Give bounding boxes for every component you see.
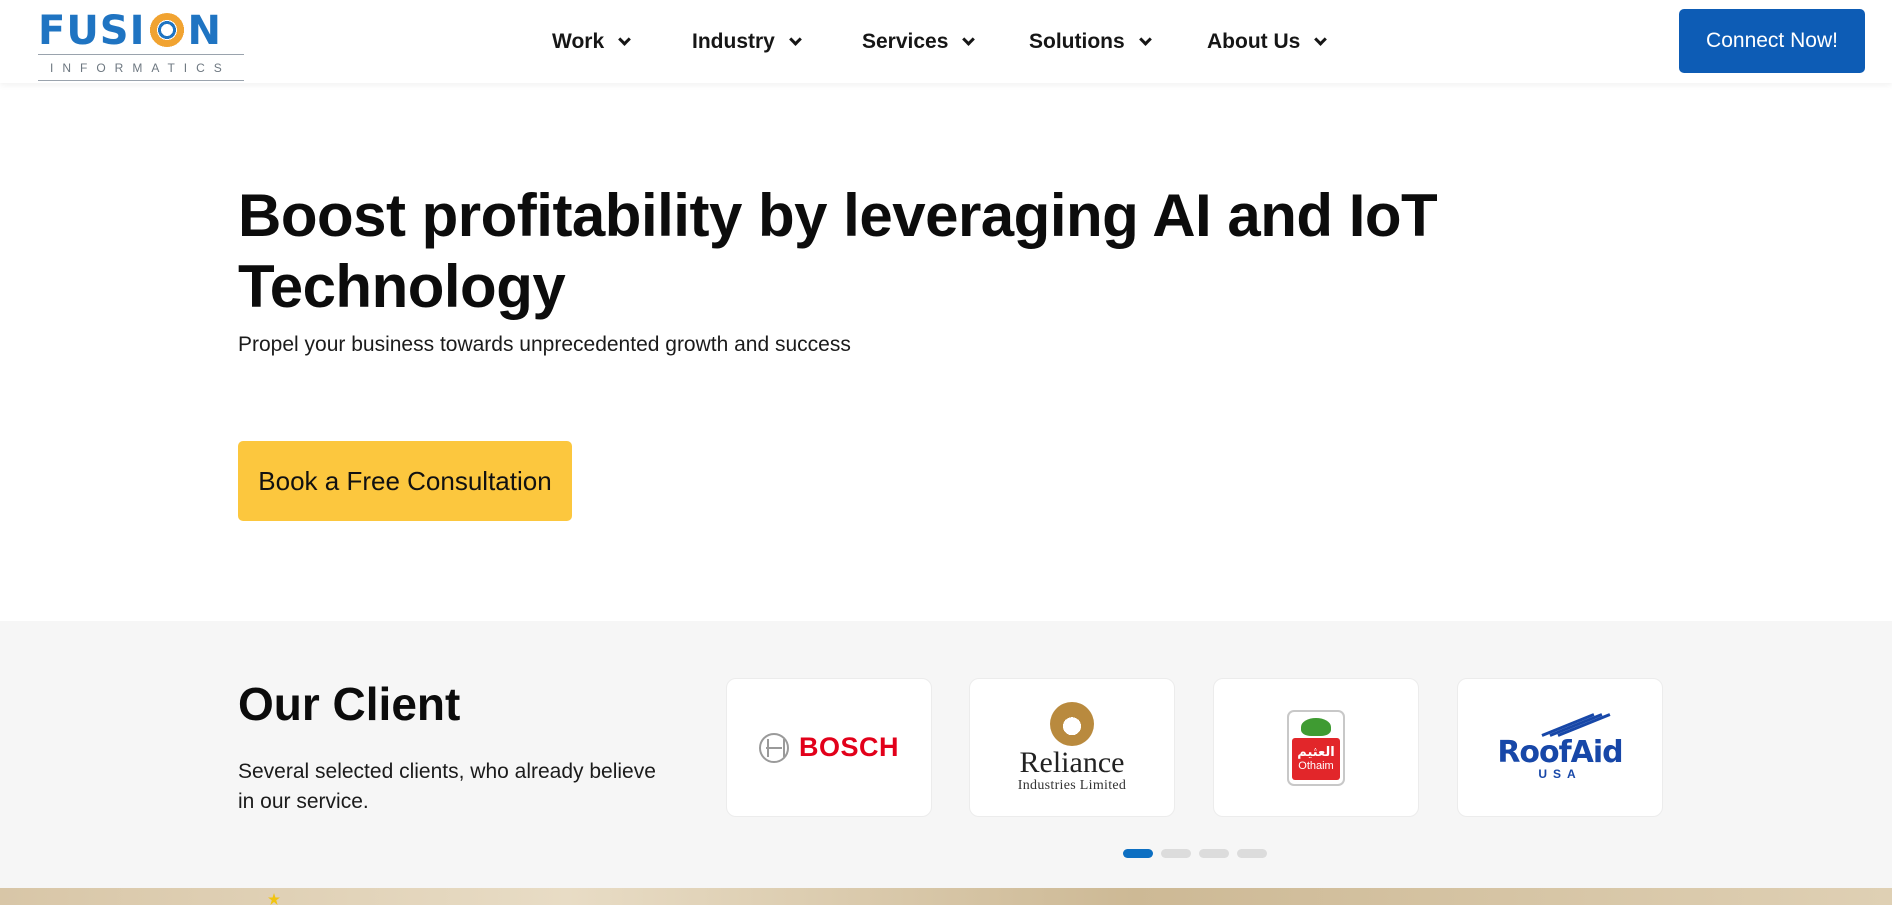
othaim-arabic-name: العثيم [1297,743,1335,759]
nav-item-services[interactable]: Services [862,0,976,83]
logo-wordmark: FUSI N [38,8,222,54]
bosch-logo: BOSCH [758,732,899,763]
carousel-dot-2[interactable] [1161,849,1191,858]
nav-item-about-us[interactable]: About Us [1207,0,1328,83]
nav-label: Work [552,29,605,53]
logo-tagline: INFORMATICS [50,61,231,75]
nav-label: About Us [1207,29,1301,53]
roofaid-wordmark: RoofAid [1497,734,1623,770]
logo-eye-icon [147,13,186,47]
carousel-dot-3[interactable] [1199,849,1229,858]
client-card-reliance[interactable]: Reliance Industries Limited [969,678,1175,817]
othaim-logo: العثيم Othaim [1287,709,1345,786]
reliance-logo: Reliance Industries Limited [1017,701,1127,794]
roofaid-subtitle: USA [1538,766,1582,781]
reliance-flame-icon [1049,701,1094,746]
nav-label: Industry [692,29,775,53]
fusion-informatics-logo[interactable]: FUSI N INFORMATICS [38,8,244,81]
nav-item-industry[interactable]: Industry [692,0,802,83]
nav-item-solutions[interactable]: Solutions [1029,0,1152,83]
clients-title: Our Client [238,678,461,730]
client-card-othaim[interactable]: العثيم Othaim [1213,678,1419,817]
connect-now-button[interactable]: Connect Now! [1679,9,1865,73]
carousel-dot-4[interactable] [1237,849,1267,858]
othaim-badge: العثيم Othaim [1292,737,1340,780]
leaf-icon [1301,717,1331,736]
hero-subtitle: Propel your business towards unprecedent… [238,333,851,356]
chevron-down-icon [1138,32,1152,46]
bosch-wordmark: BOSCH [798,732,899,762]
logo-divider [38,80,244,81]
hero-title: Boost profitability by leveraging AI and… [238,182,1438,320]
logo-divider [38,54,244,55]
bosch-armature-icon [758,732,789,763]
chevron-down-icon [1314,32,1328,46]
roof-lines-icon [1541,712,1611,738]
nav-label: Services [862,29,949,53]
carousel-pagination [1123,849,1267,858]
book-consultation-button[interactable]: Book a Free Consultation [238,441,572,521]
client-card-roofaid[interactable]: RoofAid USA [1457,678,1663,817]
chevron-down-icon [618,32,631,46]
clients-description: Several selected clients, who already be… [238,760,656,813]
nav-item-work[interactable]: Work [552,0,631,83]
roofaid-logo: RoofAid USA [1497,712,1624,781]
carousel-dot-1[interactable] [1123,849,1153,858]
next-section-banner [0,888,1892,905]
chevron-down-icon [788,32,802,46]
othaim-name: Othaim [1298,759,1334,772]
clients-section: Our Client Several selected clients, who… [0,621,1892,888]
reliance-subtitle: Industries Limited [1017,777,1127,793]
chevron-down-icon [962,32,976,46]
site-header: FUSI N INFORMATICS Work Industry Services… [0,0,1892,83]
reliance-wordmark: Reliance [1019,745,1125,779]
client-card-bosch[interactable]: BOSCH [726,678,932,817]
nav-label: Solutions [1029,29,1125,53]
